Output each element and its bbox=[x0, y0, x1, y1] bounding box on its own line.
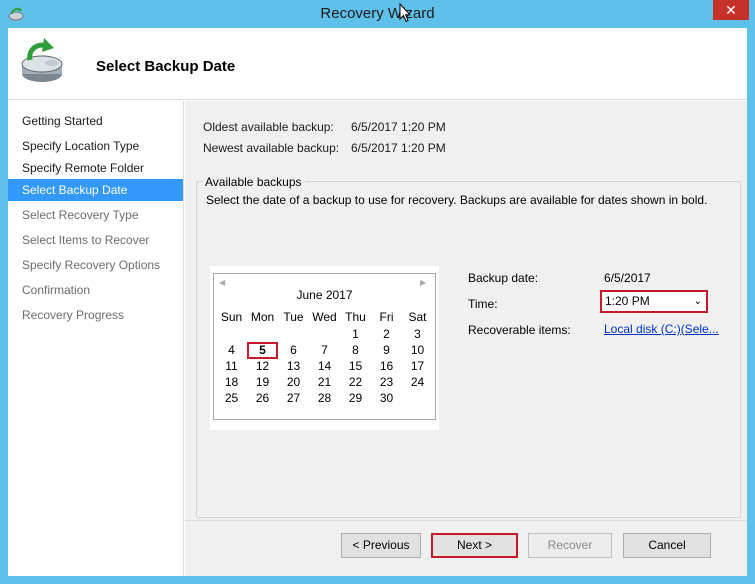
calendar-day[interactable]: 19 bbox=[247, 374, 278, 391]
recovery-wizard-window: Recovery Wizard ✕ Select Backup Date Get… bbox=[0, 0, 755, 584]
wizard-header: Select Backup Date bbox=[8, 28, 747, 100]
backup-disk-icon bbox=[21, 38, 63, 82]
weekday-header: Thu bbox=[345, 310, 366, 324]
calendar-day[interactable]: 3 bbox=[402, 326, 433, 343]
page-title: Select Backup Date bbox=[96, 58, 236, 75]
calendar-day[interactable]: 17 bbox=[402, 358, 433, 375]
newest-backup-label: Newest available backup: bbox=[203, 141, 340, 155]
wizard-client-area: Select Backup Date Getting Started Speci… bbox=[8, 28, 747, 576]
nav-step-select-backup-date[interactable]: Select Backup Date bbox=[8, 179, 183, 201]
nav-step-select-recovery-type: Select Recovery Type bbox=[22, 208, 139, 222]
calendar-day[interactable]: 21 bbox=[309, 374, 340, 391]
calendar-day[interactable]: 26 bbox=[247, 390, 278, 407]
weekday-header: Wed bbox=[312, 310, 337, 324]
nav-step-specify-location-type[interactable]: Specify Location Type bbox=[8, 135, 183, 157]
backup-date-value: 6/5/2017 bbox=[604, 271, 651, 285]
nav-step-getting-started[interactable]: Getting Started bbox=[8, 110, 183, 132]
available-backups-description: Select the date of a backup to use for r… bbox=[206, 193, 708, 207]
calendar-day[interactable]: 29 bbox=[340, 390, 371, 407]
wizard-content: Oldest available backup: 6/5/2017 1:20 P… bbox=[185, 101, 747, 576]
calendar-day[interactable]: 14 bbox=[309, 358, 340, 375]
calendar-day[interactable]: 2 bbox=[371, 326, 402, 343]
calendar-day[interactable]: 7 bbox=[309, 342, 340, 359]
calendar-day[interactable]: 1 bbox=[340, 326, 371, 343]
calendar-day[interactable]: 18 bbox=[216, 374, 247, 391]
calendar-day[interactable]: 24 bbox=[402, 374, 433, 391]
nav-step-select-items: Select Items to Recover bbox=[22, 233, 150, 247]
calendar-day[interactable]: 27 bbox=[278, 390, 309, 407]
calendar-day[interactable]: 28 bbox=[309, 390, 340, 407]
title-bar[interactable]: Recovery Wizard ✕ bbox=[0, 0, 755, 28]
calendar-day[interactable]: 4 bbox=[216, 342, 247, 359]
calendar-prev-month-icon[interactable]: ◀ bbox=[219, 278, 225, 287]
newest-backup-value: 6/5/2017 1:20 PM bbox=[351, 141, 446, 155]
weekday-header: Mon bbox=[250, 310, 275, 324]
weekday-header: Tue bbox=[283, 310, 304, 324]
calendar-day[interactable]: 12 bbox=[247, 358, 278, 375]
calendar-day[interactable]: 30 bbox=[371, 390, 402, 407]
calendar-day[interactable]: 20 bbox=[278, 374, 309, 391]
recoverable-items-link[interactable]: Local disk (C:)(Sele... bbox=[604, 322, 719, 336]
time-dropdown-value: 1:20 PM bbox=[605, 294, 650, 308]
nav-step-recovery-progress: Recovery Progress bbox=[22, 308, 125, 322]
weekday-header: Sat bbox=[408, 310, 427, 324]
mouse-cursor-icon bbox=[399, 3, 411, 23]
window-title: Recovery Wizard bbox=[320, 5, 435, 22]
footer-separator bbox=[185, 520, 747, 521]
calendar-day[interactable]: 10 bbox=[402, 342, 433, 359]
calendar-day[interactable]: 11 bbox=[216, 358, 247, 375]
next-button[interactable]: Next > bbox=[431, 533, 518, 558]
calendar-day[interactable]: 13 bbox=[278, 358, 309, 375]
calendar-day[interactable]: 23 bbox=[371, 374, 402, 391]
calendar-day[interactable]: 8 bbox=[340, 342, 371, 359]
calendar-day-selected[interactable]: 5 bbox=[247, 342, 278, 359]
calendar-day[interactable]: 16 bbox=[371, 358, 402, 375]
backup-date-label: Backup date: bbox=[468, 271, 539, 285]
calendar-next-month-icon[interactable]: ▶ bbox=[420, 278, 426, 287]
calendar-day[interactable]: 22 bbox=[340, 374, 371, 391]
calendar-day[interactable]: 9 bbox=[371, 342, 402, 359]
oldest-backup-value: 6/5/2017 1:20 PM bbox=[351, 120, 446, 134]
nav-step-recovery-options: Specify Recovery Options bbox=[22, 258, 161, 272]
weekday-header: Sun bbox=[220, 310, 243, 324]
previous-button[interactable]: < Previous bbox=[341, 533, 421, 558]
backup-calendar[interactable]: ◀ ▶ June 2017 Sun Mon Tue Wed Thu Fri Sa… bbox=[210, 266, 439, 430]
time-dropdown[interactable]: 1:20 PM ⌄ bbox=[600, 290, 708, 313]
chevron-down-icon: ⌄ bbox=[693, 296, 702, 307]
recover-button[interactable]: Recover bbox=[528, 533, 612, 558]
weekday-header: Fri bbox=[379, 310, 394, 324]
cancel-button[interactable]: Cancel bbox=[623, 533, 711, 558]
calendar-month-label[interactable]: June 2017 bbox=[210, 288, 439, 302]
calendar-day[interactable]: 25 bbox=[216, 390, 247, 407]
wizard-steps-nav: Getting Started Specify Location Type Sp… bbox=[8, 101, 184, 576]
nav-step-specify-remote-folder[interactable]: Specify Remote Folder bbox=[8, 157, 183, 179]
close-button[interactable]: ✕ bbox=[713, 0, 749, 20]
recoverable-items-label: Recoverable items: bbox=[468, 323, 571, 337]
calendar-day[interactable]: 15 bbox=[340, 358, 371, 375]
calendar-day[interactable]: 6 bbox=[278, 342, 309, 359]
time-label: Time: bbox=[468, 297, 498, 311]
available-backups-legend: Available backups bbox=[202, 175, 305, 189]
oldest-backup-label: Oldest available backup: bbox=[203, 120, 334, 134]
nav-step-confirmation: Confirmation bbox=[22, 283, 91, 297]
